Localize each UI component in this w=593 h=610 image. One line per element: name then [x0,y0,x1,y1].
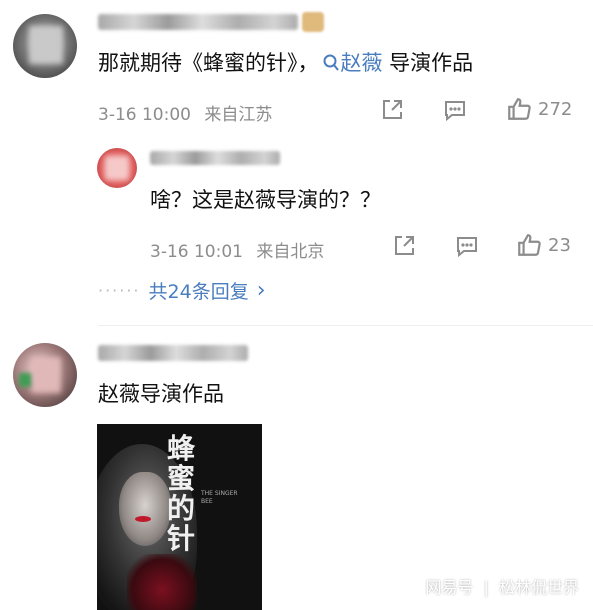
timestamp: 3-16 10:01 [150,242,243,262]
comment-icon [445,101,465,122]
watermark-brand: 网易号 [425,578,474,597]
comment-meta: 3-16 10:00 来自江苏 [98,100,272,125]
comment-text-after: 导演作品 [382,51,474,75]
reply-username[interactable] [150,151,280,165]
comment-text-before: 那就期待《蜂蜜的针》， [98,51,319,75]
divider [98,325,593,326]
comment-text: 那就期待《蜂蜜的针》， 赵薇 导演作品 [98,49,473,79]
more-replies-link[interactable]: ······ 共24条回复 › [98,277,266,304]
chevron-right-icon: › [256,278,266,303]
avatar[interactable] [13,14,77,78]
search-icon [323,51,339,79]
reply-like-button[interactable]: 23 [516,232,571,258]
vip-badge-icon [302,12,324,32]
watermark-author: 松林侃世界 [498,578,579,597]
reply-button[interactable] [443,98,467,122]
topic-link[interactable]: 赵薇 [319,51,383,75]
dots: ······ [98,281,141,300]
like-count: 272 [538,98,573,120]
like-count: 23 [548,234,571,256]
watermark: 网易号 | 松林侃世界 [425,574,579,598]
like-button[interactable]: 272 [506,96,572,122]
thumbs-up-icon [518,234,541,256]
username[interactable] [98,345,248,361]
avatar[interactable] [13,343,77,407]
poster-image[interactable]: 蜂 蜜 的 针 THE SINGER BEE [97,424,262,610]
reply-avatar[interactable] [97,148,137,188]
topic-label: 赵薇 [340,51,383,75]
more-replies-label: 共24条回复 [148,281,249,303]
location: 来自北京 [256,242,325,262]
reply-share-button[interactable] [392,234,416,258]
share-button[interactable] [380,98,404,122]
watermark-separator: | [483,578,489,597]
share-icon [395,236,414,255]
timestamp: 3-16 10:00 [98,105,191,125]
comment-text: 赵薇导演作品 [98,382,224,406]
thumbs-up-icon [508,98,531,120]
reply-comment-button[interactable] [455,234,479,258]
comment-icon [457,237,477,258]
reply-text: 啥？这是赵薇导演的？？ [150,188,381,212]
poster-title: 蜂 蜜 的 针 [166,432,195,555]
share-icon [383,100,402,119]
poster-subtitle: THE SINGER BEE [201,490,238,505]
location: 来自江苏 [204,105,273,125]
username[interactable] [98,14,298,30]
reply-meta: 3-16 10:01 来自北京 [150,237,324,262]
